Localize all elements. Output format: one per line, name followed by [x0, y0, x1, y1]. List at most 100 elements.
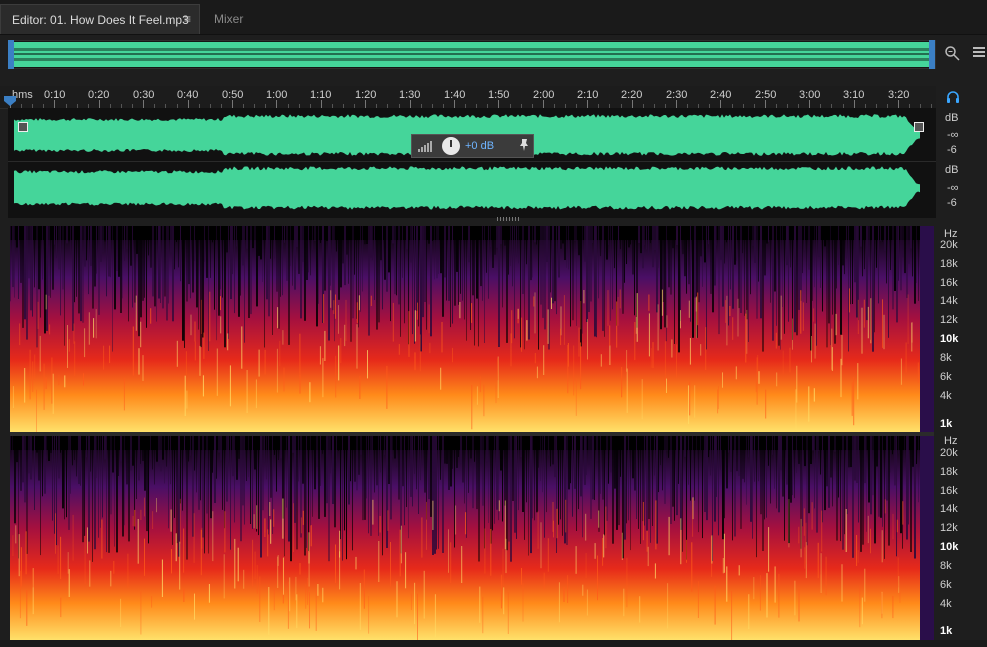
spectrogram-highlight: [567, 575, 569, 603]
overview-waveform[interactable]: [10, 42, 934, 67]
spectrogram-highlight: [861, 597, 863, 625]
pin-icon[interactable]: [518, 138, 530, 155]
spectrogram-highlight: [140, 509, 142, 520]
spectrogram-streak: [580, 436, 582, 497]
spectrogram-streak: [486, 226, 487, 273]
spectrogram-streak: [306, 226, 308, 280]
time-ruler[interactable]: hms 0:10 0:20 0:30 0:40 0:50 1:00 1:10 1…: [0, 86, 936, 109]
spectrogram-streak: [528, 436, 529, 556]
spectrogram-highlight: [609, 325, 611, 347]
spectrogram-streak: [704, 436, 706, 512]
spectrogram-highlight: [768, 527, 770, 572]
spectrogram-highlight: [49, 324, 51, 335]
spectrogram-streak: [216, 226, 217, 341]
tab-mixer[interactable]: Mixer: [214, 12, 243, 26]
spectrogram-streak: [290, 226, 291, 266]
spectrogram-highlight: [309, 592, 310, 629]
panel-menu-icon[interactable]: [972, 45, 986, 64]
spectrogram-streak: [472, 226, 474, 296]
spectrogram-highlight: [183, 528, 185, 573]
spectrogram-highlight: [356, 324, 358, 369]
spectrogram-streak: [808, 436, 810, 514]
spectrogram-streak: [174, 226, 175, 270]
spectrogram-highlight: [144, 538, 145, 576]
overview-range-start-handle[interactable]: [8, 40, 14, 69]
spectrogram-highlight: [725, 300, 727, 323]
spectrogram-streak: [182, 436, 183, 511]
hz-tick-label: 20k: [940, 239, 958, 251]
spectrogram-highlight: [803, 508, 805, 536]
spectrogram-highlight: [757, 355, 759, 374]
spectrogram-streak: [222, 436, 223, 510]
volume-hud[interactable]: +0 dB: [411, 134, 534, 158]
tab-menu-icon[interactable]: ≡: [184, 12, 191, 26]
spectrogram-streak: [234, 436, 235, 523]
spectrogram-streak: [180, 436, 181, 504]
spectrogram-streak: [364, 436, 366, 520]
spectrogram-streak: [644, 436, 645, 526]
spectrogram-highlight: [103, 345, 105, 370]
spectrogram-highlight: [582, 584, 584, 596]
zoom-selection-icon[interactable]: [944, 45, 960, 65]
spectrogram-streak: [434, 436, 436, 554]
spectrogram-highlight: [109, 345, 111, 364]
tab-editor[interactable]: Editor: 01. How Does It Feel.mp3 ≡: [0, 4, 200, 34]
spectrogram-streak: [802, 226, 803, 274]
fade-out-handle[interactable]: [914, 122, 924, 132]
spectrogram-highlight: [511, 310, 513, 344]
spectrogram-highlight: [414, 310, 416, 342]
spectrogram-highlight: [202, 375, 204, 397]
headphones-icon[interactable]: [946, 90, 960, 107]
spectrogram-streak: [824, 436, 826, 511]
spectrogram-highlight: [193, 513, 195, 563]
spectrogram-streak: [582, 436, 583, 538]
spectrogram-highlight: [387, 510, 389, 531]
spectrogram-streak: [770, 226, 771, 303]
spectrogram-streak: [200, 436, 201, 501]
spectrogram-streak: [752, 226, 754, 246]
spectrogram-streak: [392, 226, 394, 244]
spectrogram-streak: [750, 226, 751, 295]
spectrogram-streak: [644, 226, 645, 246]
spectrogram-streak: [30, 436, 32, 480]
volume-value[interactable]: +0 dB: [465, 140, 494, 152]
ruler-major-tick: [809, 100, 811, 108]
spectrogram-highlight: [68, 569, 70, 597]
spectrogram-streak: [128, 436, 130, 542]
spectrogram-streak: [714, 226, 716, 286]
spectrogram-streak: [626, 226, 627, 264]
volume-knob[interactable]: [442, 137, 460, 155]
waveform-channel-right[interactable]: [14, 164, 920, 212]
spectrogram-highlight: [892, 513, 894, 540]
spectrogram-streak: [278, 436, 279, 460]
spectrogram-streak: [560, 436, 561, 520]
spectrogram-streak: [450, 226, 451, 328]
spectrogram-highlight: [526, 320, 528, 341]
spectrogram-streak: [162, 226, 164, 309]
overview-range-end-handle[interactable]: [929, 40, 935, 69]
spectrogram-right[interactable]: [10, 436, 934, 640]
spectrogram-streak: [364, 226, 366, 245]
spectrogram-streak: [540, 436, 541, 481]
fade-in-handle[interactable]: [18, 122, 28, 132]
spectrogram-streak: [260, 226, 262, 260]
spectrogram-streak: [676, 226, 678, 245]
hz-tick-label: 6k: [940, 579, 952, 591]
spectrogram-streak: [240, 226, 241, 296]
spectrogram-streak: [836, 436, 838, 541]
spectrogram-highlight: [452, 347, 453, 363]
panel-resize-grip[interactable]: [497, 217, 521, 221]
spectrogram-streak: [222, 226, 223, 298]
spectrogram-streak: [896, 436, 897, 557]
spectrogram-streak: [492, 226, 494, 268]
spectrogram-highlight: [132, 326, 134, 376]
spectrogram-highlight: [19, 323, 21, 346]
spectrogram-streak: [612, 226, 613, 310]
spectrogram-left[interactable]: [10, 226, 934, 432]
spectrogram-streak: [704, 226, 706, 263]
spectrogram-highlight: [256, 565, 258, 594]
spectrogram-streak: [22, 436, 24, 483]
playhead-marker[interactable]: [4, 96, 16, 106]
spectrogram-streak: [824, 226, 826, 247]
spectrogram-streak: [802, 436, 803, 527]
